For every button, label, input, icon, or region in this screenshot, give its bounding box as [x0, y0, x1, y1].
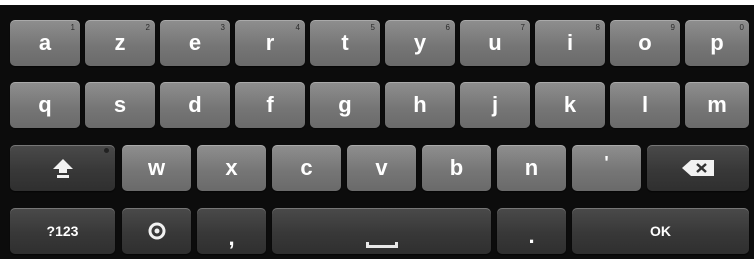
- shift-key[interactable]: [10, 145, 115, 191]
- key-label: ': [604, 153, 609, 173]
- ok-key[interactable]: OK: [572, 208, 749, 254]
- key-sublabel: 3: [220, 23, 225, 32]
- key-label: n: [524, 155, 539, 180]
- key-sublabel: 9: [670, 23, 675, 32]
- key-label: g: [338, 92, 352, 117]
- key-label: r: [265, 30, 275, 55]
- key-b[interactable]: b: [422, 145, 491, 191]
- ok-label: OK: [650, 223, 671, 239]
- key-label: f: [266, 92, 274, 117]
- key-label: w: [147, 155, 166, 180]
- key-label: t: [341, 30, 349, 55]
- key-sublabel: 1: [70, 23, 75, 32]
- key-g[interactable]: g: [310, 82, 380, 128]
- key-h[interactable]: h: [385, 82, 455, 128]
- key-r[interactable]: r4: [235, 20, 305, 66]
- space-key[interactable]: [272, 208, 491, 254]
- key-sublabel: 8: [595, 23, 600, 32]
- key-label: q: [38, 92, 52, 117]
- backspace-icon: [682, 160, 714, 176]
- symbols-label: ?123: [46, 223, 79, 239]
- key-label: c: [300, 155, 313, 180]
- key-apostrophe[interactable]: ': [572, 145, 641, 191]
- shift-arrow-icon: [52, 159, 73, 178]
- key-label: d: [188, 92, 202, 117]
- key-e[interactable]: e3: [160, 20, 230, 66]
- backspace-key[interactable]: [647, 145, 749, 191]
- key-label: u: [488, 30, 502, 55]
- key-label: y: [413, 30, 427, 55]
- settings-key[interactable]: [122, 208, 191, 254]
- key-v[interactable]: v: [347, 145, 416, 191]
- key-t[interactable]: t5: [310, 20, 380, 66]
- key-z[interactable]: z2: [85, 20, 155, 66]
- key-s[interactable]: s: [85, 82, 155, 128]
- key-sublabel: 0: [739, 23, 744, 32]
- shift-indicator-icon: [104, 148, 109, 153]
- comma-key[interactable]: ,: [197, 208, 266, 254]
- key-label: s: [113, 92, 127, 117]
- key-q[interactable]: q: [10, 82, 80, 128]
- key-label: b: [449, 155, 464, 180]
- key-k[interactable]: k: [535, 82, 605, 128]
- key-label: j: [491, 92, 499, 117]
- key-n[interactable]: n: [497, 145, 566, 191]
- key-sublabel: 5: [370, 23, 375, 32]
- key-label: l: [641, 92, 649, 117]
- key-sublabel: 7: [520, 23, 525, 32]
- key-i[interactable]: i8: [535, 20, 605, 66]
- soft-keyboard: a1 z2 e3 r4 t5 y6 u7 i8 o9 p0 q s d f g …: [0, 5, 754, 259]
- key-j[interactable]: j: [460, 82, 530, 128]
- key-label: x: [225, 155, 238, 180]
- key-label: i: [566, 30, 574, 55]
- key-label: m: [707, 92, 727, 117]
- key-sublabel: 4: [295, 23, 300, 32]
- key-m[interactable]: m: [685, 82, 749, 128]
- key-a[interactable]: a1: [10, 20, 80, 66]
- space-bar-icon: [365, 242, 398, 248]
- period-label: .: [528, 223, 535, 248]
- key-label: p: [710, 30, 724, 55]
- symbols-key[interactable]: ?123: [10, 208, 115, 254]
- period-key[interactable]: .: [497, 208, 566, 254]
- key-p[interactable]: p0: [685, 20, 749, 66]
- key-sublabel: 2: [145, 23, 150, 32]
- settings-circle-icon: [148, 222, 165, 240]
- key-y[interactable]: y6: [385, 20, 455, 66]
- key-sublabel: 6: [445, 23, 450, 32]
- key-w[interactable]: w: [122, 145, 191, 191]
- key-label: o: [638, 30, 652, 55]
- key-label: e: [188, 30, 202, 55]
- key-c[interactable]: c: [272, 145, 341, 191]
- key-x[interactable]: x: [197, 145, 266, 191]
- key-u[interactable]: u7: [460, 20, 530, 66]
- key-label: k: [563, 92, 577, 117]
- key-label: h: [413, 92, 427, 117]
- key-label: z: [114, 30, 126, 55]
- key-label: a: [38, 30, 52, 55]
- key-d[interactable]: d: [160, 82, 230, 128]
- key-label: v: [375, 155, 388, 180]
- key-l[interactable]: l: [610, 82, 680, 128]
- comma-label: ,: [228, 225, 235, 250]
- key-f[interactable]: f: [235, 82, 305, 128]
- key-o[interactable]: o9: [610, 20, 680, 66]
